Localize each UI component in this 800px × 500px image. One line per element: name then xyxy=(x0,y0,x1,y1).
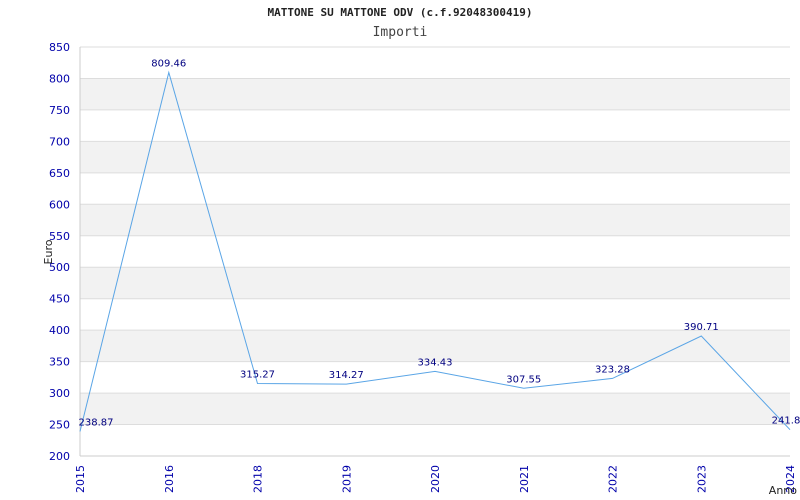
x-tick-label: 2018 xyxy=(252,465,265,493)
grid-band xyxy=(80,393,790,425)
data-label: 307.55 xyxy=(506,374,541,385)
y-tick-label: 700 xyxy=(49,135,70,148)
x-axis-label: Anno xyxy=(769,484,797,497)
y-axis-label: Euro xyxy=(42,239,55,264)
x-tick-label: 2019 xyxy=(340,465,353,493)
x-tick-label: 2016 xyxy=(163,465,176,493)
x-tick-label: 2020 xyxy=(429,465,442,493)
data-label: 241.8 xyxy=(772,416,800,427)
x-axis-ticks: 2015 2016 2018 2019 2020 2021 2022 2023 2024 xyxy=(74,465,797,493)
grid-bands xyxy=(80,78,790,425)
data-label: 334.43 xyxy=(418,357,453,368)
y-tick-label: 800 xyxy=(49,72,70,85)
x-tick-label: 2022 xyxy=(607,465,620,493)
y-tick-label: 400 xyxy=(49,324,70,337)
y-tick-label: 600 xyxy=(49,198,70,211)
series-line xyxy=(79,70,791,432)
y-tick-label: 450 xyxy=(49,293,70,306)
y-tick-label: 250 xyxy=(49,419,70,432)
data-label: 315.27 xyxy=(240,369,275,380)
grid-band xyxy=(80,78,790,110)
data-label: 238.87 xyxy=(79,418,114,429)
x-tick-label: 2023 xyxy=(695,465,708,493)
data-label: 809.46 xyxy=(151,59,186,70)
grid-band xyxy=(80,267,790,299)
data-labels: 238.87 809.46 315.27 314.27 334.43 307.55 323.… xyxy=(79,59,800,429)
line-chart: 2002503003504004505005506006507007508008… xyxy=(42,41,800,497)
grid-band xyxy=(80,141,790,173)
y-tick-label: 650 xyxy=(49,167,70,180)
grid-band xyxy=(80,204,790,236)
x-tick-label: 2021 xyxy=(518,465,531,493)
y-tick-label: 350 xyxy=(49,356,70,369)
data-label: 314.27 xyxy=(329,370,364,381)
data-label: 390.71 xyxy=(684,322,719,333)
y-tick-label: 200 xyxy=(49,450,70,463)
data-label: 323.28 xyxy=(595,364,630,375)
y-tick-label: 750 xyxy=(49,104,70,117)
y-tick-label: 300 xyxy=(49,387,70,400)
y-tick-label: 850 xyxy=(49,41,70,54)
x-tick-label: 2015 xyxy=(74,465,87,493)
